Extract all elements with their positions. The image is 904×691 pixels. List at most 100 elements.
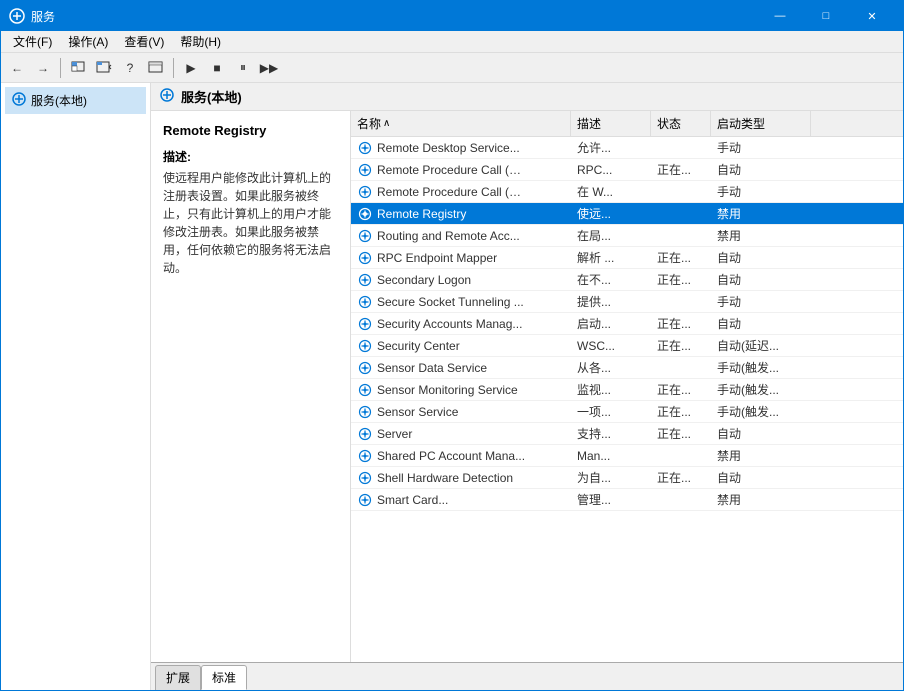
service-icon bbox=[357, 470, 373, 486]
minimize-button[interactable]: — bbox=[757, 1, 803, 31]
table-row[interactable]: Routing and Remote Acc... 在局... 禁用 bbox=[351, 225, 903, 247]
cell-desc: 管理... bbox=[571, 489, 651, 510]
sidebar-item-local-services[interactable]: 服务(本地) bbox=[5, 87, 146, 114]
close-button[interactable]: ✕ bbox=[849, 1, 895, 31]
sidebar-item-label: 服务(本地) bbox=[31, 92, 87, 109]
cell-desc: 为自... bbox=[571, 467, 651, 488]
table-row[interactable]: Sensor Data Service 从各... 手动(触发... bbox=[351, 357, 903, 379]
tab-expand[interactable]: 扩展 bbox=[155, 665, 201, 690]
cell-startup: 自动 bbox=[711, 269, 811, 290]
cell-name: Shared PC Account Mana... bbox=[351, 446, 571, 466]
cell-startup: 自动 bbox=[711, 159, 811, 180]
table-row[interactable]: Remote Desktop Service... 允许... 手动 bbox=[351, 137, 903, 159]
header-startup[interactable]: 启动类型 bbox=[711, 111, 811, 136]
menu-file[interactable]: 文件(F) bbox=[5, 31, 60, 52]
up-button[interactable] bbox=[66, 56, 90, 80]
window-controls: — □ ✕ bbox=[757, 1, 895, 31]
cell-name: Remote Procedure Call (… bbox=[351, 182, 571, 202]
table-row[interactable]: Sensor Monitoring Service 监视... 正在... 手动… bbox=[351, 379, 903, 401]
cell-name: Secure Socket Tunneling ... bbox=[351, 292, 571, 312]
header-name[interactable]: 名称 ∧ bbox=[351, 111, 571, 136]
cell-desc: 启动... bbox=[571, 313, 651, 334]
table-row[interactable]: Remote Registry 使远... 禁用 bbox=[351, 203, 903, 225]
restart-button[interactable]: ▶▶ bbox=[257, 56, 281, 80]
cell-name: Security Center bbox=[351, 336, 571, 356]
cell-status bbox=[651, 212, 711, 216]
service-icon bbox=[357, 338, 373, 354]
cell-startup: 手动(触发... bbox=[711, 357, 811, 378]
pause-button[interactable]: ⏸ bbox=[231, 56, 255, 80]
table-row[interactable]: Secondary Logon 在不... 正在... 自动 bbox=[351, 269, 903, 291]
table-row[interactable]: Shared PC Account Mana... Man... 禁用 bbox=[351, 445, 903, 467]
service-icon bbox=[357, 294, 373, 310]
cell-name: Secondary Logon bbox=[351, 270, 571, 290]
table-row[interactable]: Remote Procedure Call (… 在 W... 手动 bbox=[351, 181, 903, 203]
cell-startup: 禁用 bbox=[711, 489, 811, 510]
cell-name: Sensor Monitoring Service bbox=[351, 380, 571, 400]
cell-startup: 手动(触发... bbox=[711, 401, 811, 422]
cell-desc: 在局... bbox=[571, 225, 651, 246]
main-content: 服务(本地) 服务(本地) Remote Regis bbox=[1, 83, 903, 690]
cell-startup: 手动(触发... bbox=[711, 379, 811, 400]
stop-button[interactable]: ■ bbox=[205, 56, 229, 80]
services-list[interactable]: 名称 ∧ 描述 状态 启动类型 bbox=[351, 111, 903, 662]
cell-startup: 自动 bbox=[711, 467, 811, 488]
cell-name: Sensor Service bbox=[351, 402, 571, 422]
cell-name: Shell Hardware Detection bbox=[351, 468, 571, 488]
cell-status: 正在... bbox=[651, 247, 711, 268]
cell-status: 正在... bbox=[651, 401, 711, 422]
tab-standard[interactable]: 标准 bbox=[201, 665, 247, 690]
cell-status bbox=[651, 146, 711, 150]
forward-button[interactable]: → bbox=[31, 56, 55, 80]
window-icon bbox=[9, 8, 25, 24]
menu-action[interactable]: 操作(A) bbox=[60, 31, 116, 52]
service-icon bbox=[357, 448, 373, 464]
content-header-title: 服务(本地) bbox=[181, 87, 242, 106]
cell-desc: 一项... bbox=[571, 401, 651, 422]
cell-startup: 自动 bbox=[711, 247, 811, 268]
export-button[interactable] bbox=[144, 56, 168, 80]
table-row[interactable]: Security Accounts Manag... 启动... 正在... 自… bbox=[351, 313, 903, 335]
table-row[interactable]: Server 支持... 正在... 自动 bbox=[351, 423, 903, 445]
service-icon bbox=[357, 316, 373, 332]
separator-1 bbox=[60, 58, 61, 78]
toolbar: ← → ? ▶ ■ ⏸ ▶▶ bbox=[1, 53, 903, 83]
header-desc[interactable]: 描述 bbox=[571, 111, 651, 136]
service-icon bbox=[357, 360, 373, 376]
cell-name: Remote Registry bbox=[351, 204, 571, 224]
content-header: 服务(本地) bbox=[151, 83, 903, 111]
back-button[interactable]: ← bbox=[5, 56, 29, 80]
description-panel: Remote Registry 描述: 使远程用户能修改此计算机上的注册表设置。… bbox=[151, 111, 351, 662]
refresh-button[interactable] bbox=[92, 56, 116, 80]
content-header-icon bbox=[159, 87, 175, 106]
table-row[interactable]: Sensor Service 一项... 正在... 手动(触发... bbox=[351, 401, 903, 423]
table-row[interactable]: Shell Hardware Detection 为自... 正在... 自动 bbox=[351, 467, 903, 489]
table-row[interactable]: Smart Card... 管理... 禁用 bbox=[351, 489, 903, 511]
cell-desc: 解析 ... bbox=[571, 247, 651, 268]
services-icon bbox=[11, 91, 27, 110]
header-status[interactable]: 状态 bbox=[651, 111, 711, 136]
table-row[interactable]: Remote Procedure Call (… RPC... 正在... 自动 bbox=[351, 159, 903, 181]
cell-desc: RPC... bbox=[571, 161, 651, 179]
table-row[interactable]: Security Center WSC... 正在... 自动(延迟... bbox=[351, 335, 903, 357]
menu-view[interactable]: 查看(V) bbox=[116, 31, 172, 52]
maximize-button[interactable]: □ bbox=[803, 1, 849, 31]
cell-desc: 在 W... bbox=[571, 181, 651, 202]
cell-startup: 手动 bbox=[711, 137, 811, 158]
cell-status: 正在... bbox=[651, 335, 711, 356]
sidebar: 服务(本地) bbox=[1, 83, 151, 690]
start-button[interactable]: ▶ bbox=[179, 56, 203, 80]
menu-help[interactable]: 帮助(H) bbox=[172, 31, 229, 52]
table-row[interactable]: RPC Endpoint Mapper 解析 ... 正在... 自动 bbox=[351, 247, 903, 269]
cell-startup: 禁用 bbox=[711, 203, 811, 224]
rows-container: Remote Desktop Service... 允许... 手动 Remot… bbox=[351, 137, 903, 511]
cell-name: Sensor Data Service bbox=[351, 358, 571, 378]
cell-startup: 自动 bbox=[711, 423, 811, 444]
desc-label: 描述: bbox=[163, 148, 338, 165]
service-icon bbox=[357, 162, 373, 178]
cell-status bbox=[651, 366, 711, 370]
table-row[interactable]: Secure Socket Tunneling ... 提供... 手动 bbox=[351, 291, 903, 313]
help-button[interactable]: ? bbox=[118, 56, 142, 80]
menu-bar: 文件(F) 操作(A) 查看(V) 帮助(H) bbox=[1, 31, 903, 53]
cell-desc: Man... bbox=[571, 447, 651, 465]
